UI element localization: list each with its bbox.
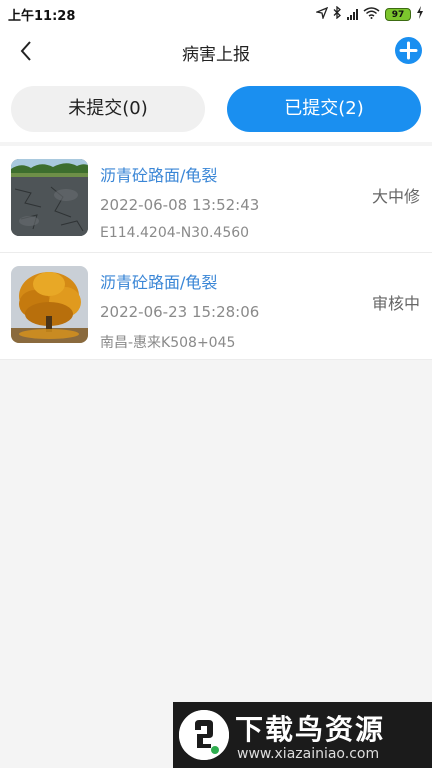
bluetooth-icon — [333, 5, 342, 22]
status-bar: 上午11:28 97 — [0, 0, 432, 28]
watermark-url: www.xiazainiao.com — [237, 746, 380, 762]
record-status: 审核中 — [371, 294, 420, 313]
record-datetime: 2022-06-08 13:52:43 — [100, 196, 260, 214]
record-status: 大中修 — [371, 187, 420, 206]
status-time: 上午11:28 — [8, 9, 76, 24]
bird-logo-icon — [179, 710, 229, 760]
page-title: 病害上报 — [182, 45, 250, 65]
plus-icon — [399, 41, 418, 60]
status-icons: 97 — [314, 5, 424, 23]
add-report-button[interactable] — [395, 37, 422, 64]
watermark-banner: 下载鸟资源 www.xiazainiao.com — [173, 702, 432, 768]
record-list: 沥青砼路面/龟裂 2022-06-08 13:52:43 E114.4204-N… — [0, 146, 432, 360]
tree-photo-thumbnail[interactable] — [11, 266, 88, 343]
list-item[interactable]: 沥青砼路面/龟裂 2022-06-23 15:28:06 南昌-惠来K508+0… — [0, 253, 432, 360]
charging-icon — [416, 6, 424, 22]
list-item[interactable]: 沥青砼路面/龟裂 2022-06-08 13:52:43 E114.4204-N… — [0, 146, 432, 253]
tab-bar: 未提交(0) 已提交(2) — [0, 74, 432, 142]
battery-icon: 97 — [385, 7, 411, 21]
record-location: E114.4204-N30.4560 — [100, 225, 250, 241]
signal-icon — [347, 8, 358, 20]
nav-bar: 病害上报 — [0, 28, 432, 74]
watermark-title: 下载鸟资源 — [235, 713, 386, 746]
road-photo-thumbnail[interactable] — [11, 159, 88, 236]
record-datetime: 2022-06-23 15:28:06 — [100, 303, 260, 321]
location-icon — [314, 6, 329, 22]
record-title: 沥青砼路面/龟裂 — [100, 273, 218, 292]
record-title: 沥青砼路面/龟裂 — [100, 166, 218, 185]
record-location: 南昌-惠来K508+045 — [100, 335, 236, 351]
wifi-icon — [363, 6, 380, 22]
tab-submitted[interactable]: 已提交(2) — [227, 86, 421, 132]
tab-unsubmitted[interactable]: 未提交(0) — [11, 86, 205, 132]
